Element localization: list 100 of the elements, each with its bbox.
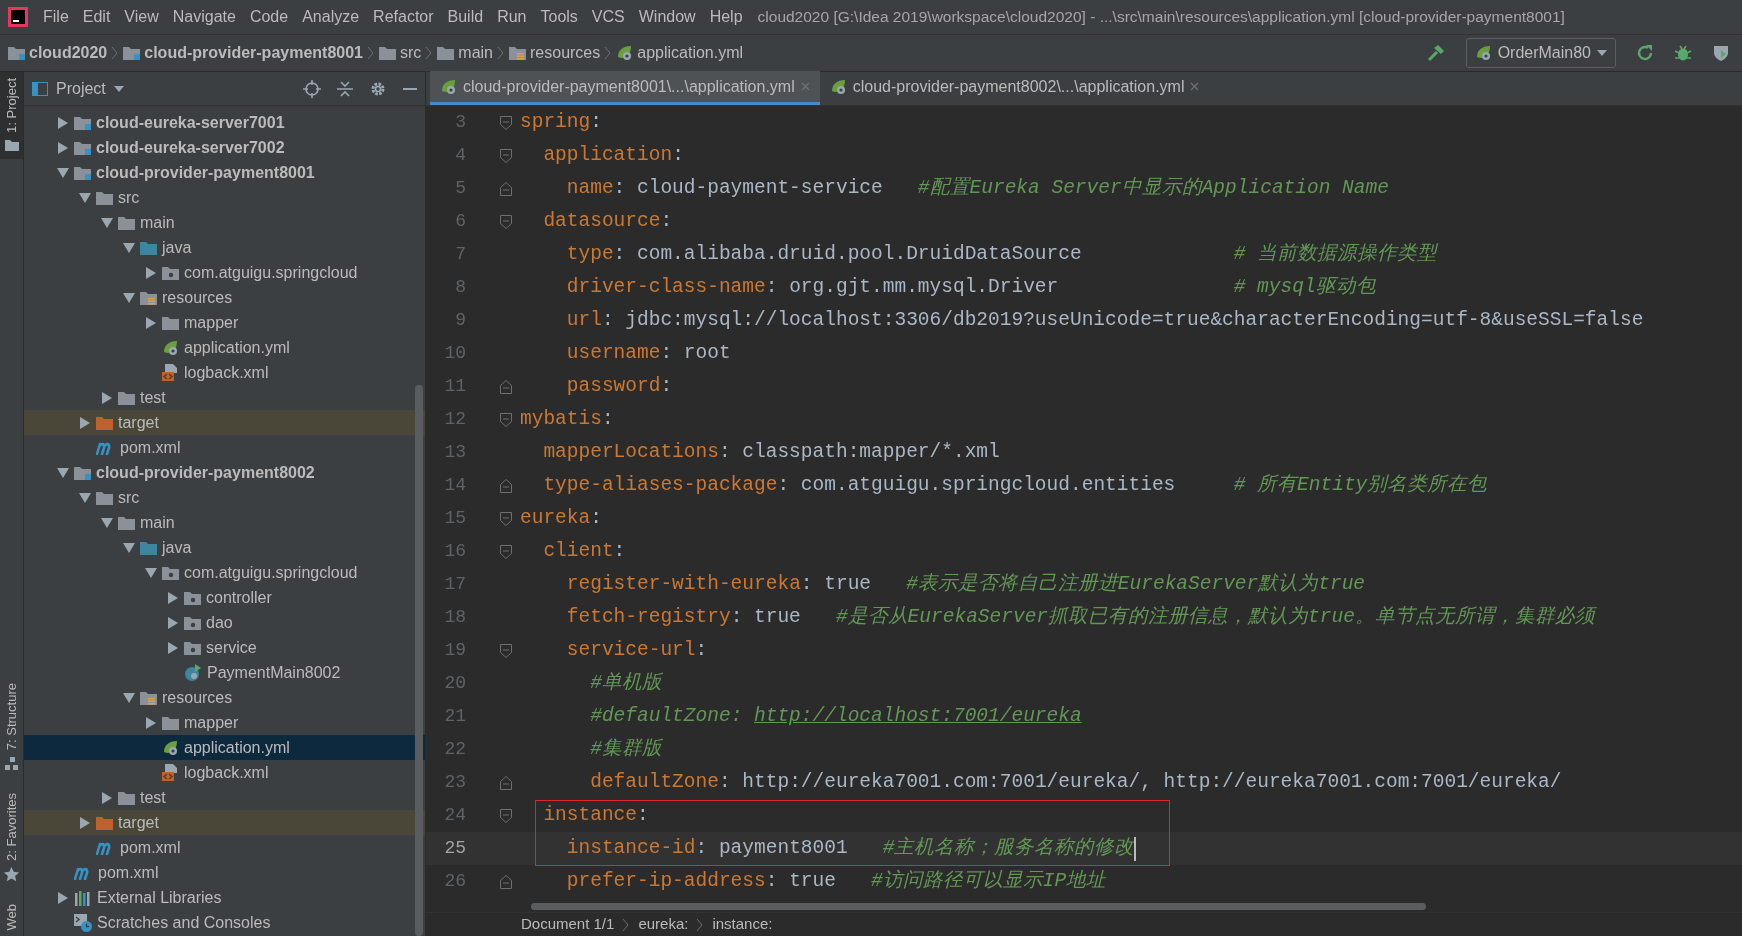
menu-item[interactable]: Edit [75, 5, 118, 29]
menu-item[interactable]: Help [702, 5, 750, 29]
expand-arrow-icon[interactable] [168, 641, 178, 654]
tree-item[interactable]: cloud-eureka-server7002 [24, 135, 425, 160]
fold-marker-icon[interactable] [500, 478, 512, 493]
expand-arrow-icon[interactable] [79, 192, 91, 203]
fold-marker-icon[interactable] [500, 115, 512, 130]
fold-marker-icon[interactable] [500, 643, 512, 658]
tree-item[interactable]: cloud-provider-payment8002 [24, 460, 425, 485]
expand-arrow-icon[interactable] [57, 167, 69, 178]
expand-arrow-icon[interactable] [101, 217, 113, 228]
app-logo-icon[interactable] [8, 7, 28, 27]
tree-item[interactable]: test [24, 385, 425, 410]
expand-arrow-icon[interactable] [145, 567, 157, 578]
tree-item[interactable]: src [24, 185, 425, 210]
breadcrumb-item[interactable]: cloud2020 [8, 41, 108, 65]
tree-item[interactable]: logback.xml [24, 760, 425, 785]
tree-item[interactable]: resources [24, 285, 425, 310]
breadcrumb-item[interactable]: application.yml [616, 41, 744, 65]
menu-item[interactable]: Code [242, 5, 296, 29]
shield-icon[interactable] [1712, 44, 1730, 62]
fold-marker-icon[interactable] [500, 511, 512, 526]
expand-arrow-icon[interactable] [146, 316, 156, 329]
tree-item[interactable]: mapper [24, 710, 425, 735]
menu-item[interactable]: Tools [533, 5, 585, 29]
tree-item[interactable]: target [24, 810, 425, 835]
tree-item[interactable]: External Libraries [24, 885, 425, 910]
expand-arrow-icon[interactable] [102, 791, 112, 804]
expand-arrow-icon[interactable] [58, 116, 68, 129]
breadcrumb-item[interactable]: src [379, 41, 422, 65]
tree-item[interactable]: pom.xml [24, 435, 425, 460]
editor-tab[interactable]: cloud-provider-payment8001\...\application.yml [430, 71, 820, 105]
menu-item[interactable]: VCS [584, 5, 632, 29]
expand-arrow-icon[interactable] [58, 891, 68, 904]
menu-item[interactable]: Refactor [366, 5, 441, 29]
panel-title-dropdown[interactable]: Project [56, 76, 124, 101]
fold-marker-icon[interactable] [500, 775, 512, 790]
tree-item[interactable]: cloud-eureka-server7001 [24, 110, 425, 135]
bug-icon[interactable] [1674, 44, 1692, 62]
fold-marker-icon[interactable] [500, 148, 512, 163]
menu-item[interactable]: Analyze [295, 5, 367, 29]
expand-arrow-icon[interactable] [168, 591, 178, 604]
breadcrumb-item[interactable]: main [437, 41, 493, 65]
tree-item[interactable]: cloud-provider-payment8001 [24, 160, 425, 185]
tree-item[interactable]: dao [24, 610, 425, 635]
tree-item[interactable]: Scratches and Consoles [24, 910, 425, 935]
fold-marker-icon[interactable] [500, 181, 512, 196]
tree-item[interactable]: com.atguigu.springcloud [24, 260, 425, 285]
tool-window-button[interactable]: Web [0, 897, 24, 936]
expand-arrow-icon[interactable] [146, 266, 156, 279]
editor-tab[interactable]: cloud-provider-payment8002\...\application.yml [819, 71, 1210, 105]
tree-item[interactable]: java [24, 535, 425, 560]
tree-item[interactable]: target [24, 410, 425, 435]
tree-item[interactable]: java [24, 235, 425, 260]
menu-item[interactable]: View [117, 5, 166, 29]
expand-arrow-icon[interactable] [101, 517, 113, 528]
run-config-dropdown[interactable]: OrderMain80 [1465, 38, 1616, 68]
expand-arrow-icon[interactable] [123, 692, 135, 703]
tree-item[interactable]: controller [24, 585, 425, 610]
tool-window-button[interactable]: 2: Favorites [0, 786, 24, 867]
expand-arrow-icon[interactable] [123, 292, 135, 303]
breadcrumb-item[interactable]: Document 1/1 [521, 913, 615, 936]
tree-item[interactable]: resources [24, 685, 425, 710]
menu-item[interactable]: File [36, 5, 76, 29]
expand-arrow-icon[interactable] [102, 391, 112, 404]
tree-item[interactable]: logback.xml [24, 360, 425, 385]
comment-link[interactable]: http://localhost:7001/eureka [754, 701, 1082, 732]
menu-item[interactable]: Window [631, 5, 703, 29]
fold-marker-icon[interactable] [500, 214, 512, 229]
tree-item[interactable]: main [24, 210, 425, 235]
tree-item[interactable]: application.yml [24, 335, 425, 360]
rerun-icon[interactable] [1636, 44, 1654, 62]
fold-marker-icon[interactable] [500, 544, 512, 559]
hammer-icon[interactable] [1425, 43, 1446, 63]
expand-arrow-icon[interactable] [168, 616, 178, 629]
expand-arrow-icon[interactable] [123, 242, 135, 253]
fold-marker-icon[interactable] [500, 874, 512, 889]
fold-marker-icon[interactable] [500, 808, 512, 823]
expand-arrow-icon[interactable] [80, 816, 90, 829]
tree-item[interactable]: PaymentMain8002 [24, 660, 425, 685]
tree-item[interactable]: mapper [24, 310, 425, 335]
crosshair-icon[interactable] [303, 79, 321, 98]
collapse-icon[interactable] [337, 79, 353, 98]
expand-arrow-icon[interactable] [79, 492, 91, 503]
expand-arrow-icon[interactable] [123, 542, 135, 553]
tree-item[interactable]: src [24, 485, 425, 510]
breadcrumb-item[interactable]: resources [509, 41, 601, 65]
breadcrumb-item[interactable]: eureka: [638, 913, 689, 936]
expand-arrow-icon[interactable] [57, 467, 69, 478]
expand-arrow-icon[interactable] [58, 141, 68, 154]
tree-item[interactable]: service [24, 635, 425, 660]
tree-item[interactable]: pom.xml [24, 835, 425, 860]
menu-item[interactable]: Navigate [165, 5, 243, 29]
tree-item[interactable]: test [24, 785, 425, 810]
scrollbar-thumb[interactable] [415, 385, 423, 936]
menu-item[interactable]: Build [440, 5, 491, 29]
menu-item[interactable]: Run [490, 5, 534, 29]
tool-window-button[interactable]: 7: Structure [0, 677, 24, 757]
expand-arrow-icon[interactable] [80, 416, 90, 429]
tree-item[interactable]: application.yml [24, 735, 425, 760]
